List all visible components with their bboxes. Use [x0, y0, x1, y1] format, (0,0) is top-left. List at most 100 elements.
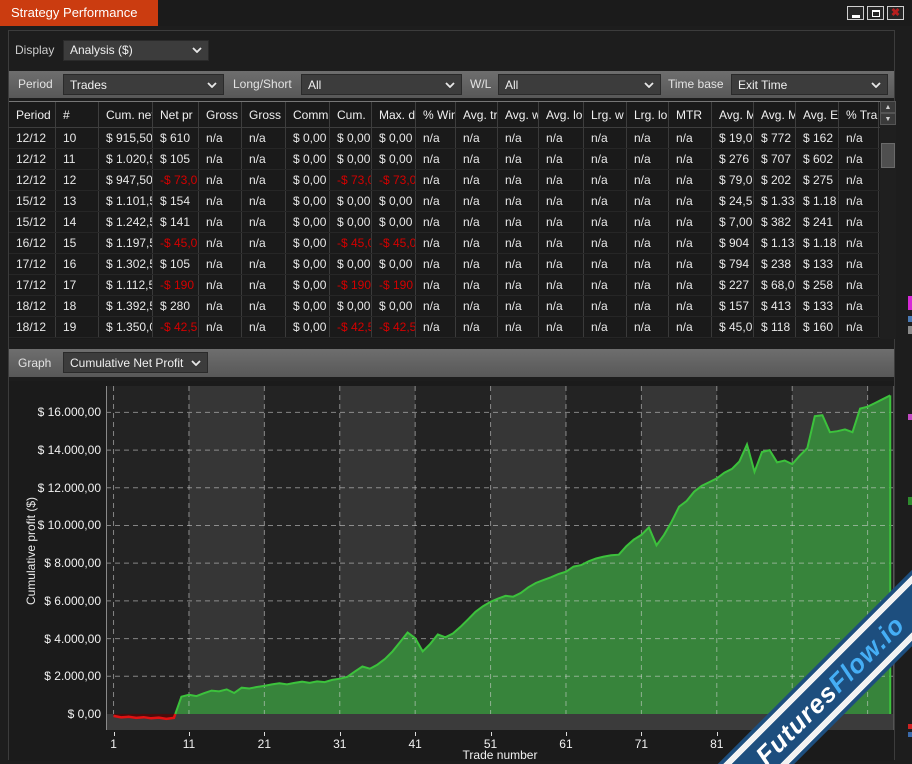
table-cell: $ 1.33: [754, 191, 796, 211]
table-cell: n/a: [242, 275, 286, 295]
column-header-3[interactable]: Cum. net: [99, 102, 153, 127]
column-header-13[interactable]: Avg. lo: [539, 102, 584, 127]
column-header-2[interactable]: #: [56, 102, 99, 127]
column-header-1[interactable]: Period: [9, 102, 56, 127]
table-cell: n/a: [584, 296, 627, 316]
column-header-17[interactable]: Avg. M: [712, 102, 754, 127]
column-header-11[interactable]: Avg. tr: [456, 102, 498, 127]
scroll-up-button[interactable]: ▲: [880, 101, 896, 113]
period-dropdown[interactable]: Trades: [63, 74, 224, 95]
maximize-icon: [872, 10, 880, 17]
edge-artifact: [908, 296, 912, 310]
table-cell: n/a: [498, 149, 539, 169]
table-cell: $ 1.13: [754, 233, 796, 253]
column-header-6[interactable]: Gross: [242, 102, 286, 127]
table-row[interactable]: 18/1219$ 1.350,0-$ 42,5n/an/a$ 0,00-$ 42…: [9, 317, 894, 338]
table-row[interactable]: 17/1216$ 1.302,5$ 105n/an/a$ 0,00$ 0,00$…: [9, 254, 894, 275]
table-cell: n/a: [498, 254, 539, 274]
table-cell: $ 947,50: [99, 170, 153, 190]
column-header-12[interactable]: Avg. w: [498, 102, 539, 127]
column-header-10[interactable]: % Win: [416, 102, 456, 127]
window-title: Strategy Performance: [0, 0, 158, 26]
table-cell: n/a: [199, 233, 242, 253]
table-cell: $ 105: [153, 254, 199, 274]
timebase-dropdown[interactable]: Exit Time: [731, 74, 888, 95]
minimize-button[interactable]: [847, 6, 864, 20]
display-dropdown[interactable]: Analysis ($): [63, 40, 209, 61]
chart-plot: [106, 386, 894, 730]
table-cell: $ 7,00: [712, 212, 754, 232]
column-header-20[interactable]: % Tra: [839, 102, 879, 127]
column-header-19[interactable]: Avg. E: [796, 102, 839, 127]
table-cell: n/a: [627, 233, 669, 253]
display-row: Display Analysis ($): [9, 37, 894, 63]
table-cell: $ 0,00: [286, 254, 330, 274]
table-row[interactable]: 12/1211$ 1.020,5$ 105n/an/a$ 0,00$ 0,00$…: [9, 149, 894, 170]
table-cell: -$ 45,0: [372, 233, 416, 253]
table-cell: n/a: [584, 317, 627, 337]
edge-artifact: [908, 724, 912, 729]
maximize-button[interactable]: [867, 6, 884, 20]
column-header-16[interactable]: MTR: [669, 102, 712, 127]
table-cell: $ 0,00: [330, 212, 372, 232]
table-cell: $ 0,00: [372, 254, 416, 274]
table-cell: $ 0,00: [372, 149, 416, 169]
table-cell: $ 0,00: [330, 296, 372, 316]
table-cell: n/a: [584, 191, 627, 211]
table-cell: n/a: [839, 191, 879, 211]
table-cell: $ 904: [712, 233, 754, 253]
table-cell: n/a: [584, 128, 627, 148]
table-cell: 12: [56, 170, 99, 190]
column-header-14[interactable]: Lrg. w: [584, 102, 627, 127]
table-cell: n/a: [242, 149, 286, 169]
table-cell: n/a: [539, 254, 584, 274]
table-cell: n/a: [839, 296, 879, 316]
graph-label: Graph: [18, 356, 51, 370]
x-tick-mark: [566, 732, 567, 736]
table-cell: $ 610: [153, 128, 199, 148]
table-cell: n/a: [498, 170, 539, 190]
table-row[interactable]: 12/1212$ 947,50-$ 73,0n/an/a$ 0,00-$ 73,…: [9, 170, 894, 191]
y-tick-label: $ 2.000,00: [9, 669, 101, 683]
table-cell: $ 0,00: [286, 170, 330, 190]
chevron-down-icon: [644, 82, 654, 88]
table-cell: n/a: [498, 296, 539, 316]
scrollbar-thumb[interactable]: [881, 143, 895, 168]
x-tick-mark: [340, 732, 341, 736]
table-row[interactable]: 15/1213$ 1.101,5$ 154n/an/a$ 0,00$ 0,00$…: [9, 191, 894, 212]
table-row[interactable]: 16/1215$ 1.197,5-$ 45,0n/an/a$ 0,00-$ 45…: [9, 233, 894, 254]
scroll-down-button[interactable]: ▼: [880, 113, 896, 125]
column-header-9[interactable]: Max. d: [372, 102, 416, 127]
column-header-8[interactable]: Cum.: [330, 102, 372, 127]
column-header-15[interactable]: Lrg. lo: [627, 102, 669, 127]
y-tick-label: $ 6.000,00: [9, 594, 101, 608]
close-button[interactable]: ✖: [887, 6, 904, 20]
graph-dropdown[interactable]: Cumulative Net Profit: [63, 352, 208, 373]
table-cell: n/a: [669, 212, 712, 232]
table-cell: -$ 73,0: [153, 170, 199, 190]
table-cell: $ 0,00: [286, 128, 330, 148]
table-row[interactable]: 17/1217$ 1.112,5-$ 190n/an/a$ 0,00-$ 190…: [9, 275, 894, 296]
table-cell: 12/12: [9, 170, 56, 190]
column-header-4[interactable]: Net pr: [153, 102, 199, 127]
y-tick-label: $ 8.000,00: [9, 556, 101, 570]
table-cell: -$ 190: [372, 275, 416, 295]
table-row[interactable]: 15/1214$ 1.242,5$ 141n/an/a$ 0,00$ 0,00$…: [9, 212, 894, 233]
table-row[interactable]: 12/1210$ 915,50$ 610n/an/a$ 0,00$ 0,00$ …: [9, 128, 894, 149]
table-cell: n/a: [627, 296, 669, 316]
table-scrollbar[interactable]: ▲ ▼: [880, 101, 896, 339]
table-row[interactable]: 18/1218$ 1.392,5$ 280n/an/a$ 0,00$ 0,00$…: [9, 296, 894, 317]
table-cell: n/a: [199, 212, 242, 232]
column-header-18[interactable]: Avg. M: [754, 102, 796, 127]
column-header-5[interactable]: Gross: [199, 102, 242, 127]
winloss-dropdown[interactable]: All: [498, 74, 661, 95]
longshort-dropdown[interactable]: All: [301, 74, 462, 95]
table-cell: n/a: [498, 233, 539, 253]
table-cell: $ 154: [153, 191, 199, 211]
table-cell: $ 0,00: [286, 191, 330, 211]
title-bar[interactable]: Strategy Performance ✖: [0, 0, 912, 26]
table-cell: $ 1.197,5: [99, 233, 153, 253]
column-header-7[interactable]: Comm: [286, 102, 330, 127]
table-cell: $ 915,50: [99, 128, 153, 148]
table-cell: n/a: [669, 275, 712, 295]
